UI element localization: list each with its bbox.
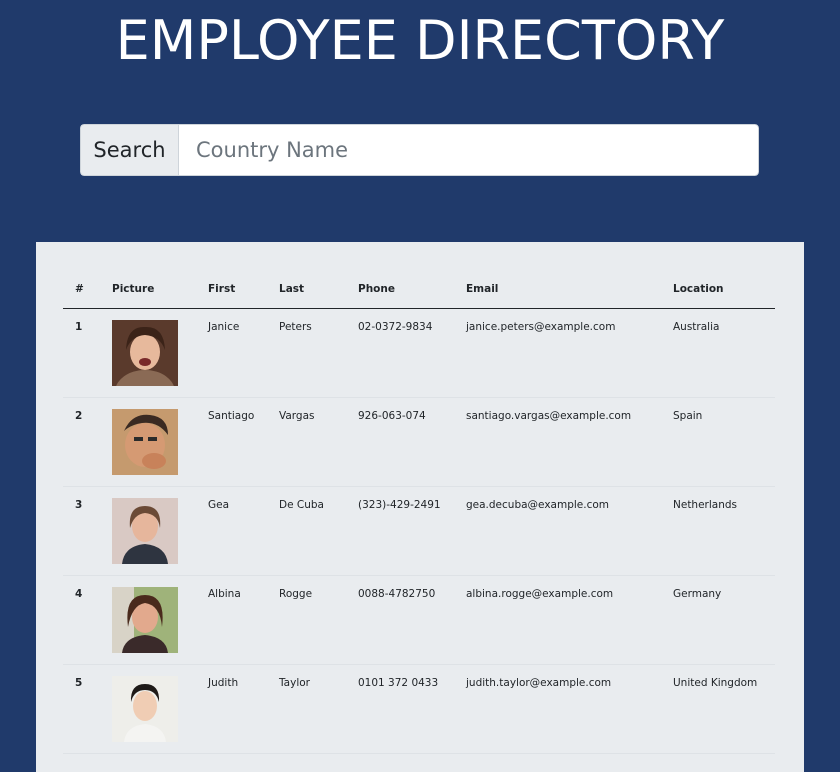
employee-table: # Picture First Last Phone Email Locatio… — [63, 271, 775, 754]
phone: 0088-4782750 — [346, 575, 454, 665]
column-header-email[interactable]: Email — [454, 271, 661, 309]
column-header-first[interactable]: First — [196, 271, 267, 309]
column-header-phone[interactable]: Phone — [346, 271, 454, 309]
search-label: Search — [80, 124, 178, 176]
first-name: Santiago — [196, 397, 267, 487]
email: albina.rogge@example.com — [454, 575, 661, 665]
location: Australia — [661, 308, 775, 398]
column-header-picture[interactable]: Picture — [100, 271, 196, 309]
phone: 0101 372 0433 — [346, 664, 454, 754]
row-number: 2 — [63, 397, 100, 487]
table-row: 1 Janice Peters 02-0372-9834 janice.pete… — [63, 308, 775, 398]
row-number: 1 — [63, 308, 100, 398]
last-name: Vargas — [267, 397, 346, 487]
employee-photo — [112, 319, 178, 386]
location: Netherlands — [661, 486, 775, 576]
column-header-last[interactable]: Last — [267, 271, 346, 309]
page-title: EMPLOYEE DIRECTORY — [115, 9, 725, 72]
location: Germany — [661, 575, 775, 665]
column-header-number[interactable]: # — [63, 271, 100, 309]
picture-cell — [100, 664, 196, 754]
email: gea.decuba@example.com — [454, 486, 661, 576]
first-name: Gea — [196, 486, 267, 576]
row-number: 5 — [63, 664, 100, 754]
last-name: De Cuba — [267, 486, 346, 576]
table-header-row: # Picture First Last Phone Email Locatio… — [63, 271, 775, 309]
row-number: 3 — [63, 486, 100, 576]
column-header-location[interactable]: Location — [661, 271, 775, 309]
last-name: Peters — [267, 308, 346, 398]
picture-cell — [100, 575, 196, 665]
search-input[interactable] — [178, 124, 759, 176]
email: judith.taylor@example.com — [454, 664, 661, 754]
location: Spain — [661, 397, 775, 487]
location: United Kingdom — [661, 664, 775, 754]
first-name: Judith — [196, 664, 267, 754]
employee-photo — [112, 497, 178, 564]
employee-photo — [112, 586, 178, 653]
first-name: Albina — [196, 575, 267, 665]
table-row: 2 Santiago Vargas 926-063-074 santiago.v… — [63, 397, 775, 487]
last-name: Rogge — [267, 575, 346, 665]
employee-photo — [112, 675, 178, 742]
first-name: Janice — [196, 308, 267, 398]
table-row: 5 Judith Taylor 0101 372 0433 judith.tay… — [63, 664, 775, 754]
search-group: Search — [80, 124, 759, 176]
phone: (323)-429-2491 — [346, 486, 454, 576]
table-row: 3 Gea De Cuba (323)-429-2491 gea.decuba@… — [63, 486, 775, 576]
picture-cell — [100, 486, 196, 576]
table-panel: # Picture First Last Phone Email Locatio… — [36, 242, 804, 772]
table-row: 4 Albina Rogge 0088-4782750 albina.rogge… — [63, 575, 775, 665]
phone: 02-0372-9834 — [346, 308, 454, 398]
email: santiago.vargas@example.com — [454, 397, 661, 487]
picture-cell — [100, 308, 196, 398]
last-name: Taylor — [267, 664, 346, 754]
row-number: 4 — [63, 575, 100, 665]
email: janice.peters@example.com — [454, 308, 661, 398]
employee-photo — [112, 408, 178, 475]
phone: 926-063-074 — [346, 397, 454, 487]
picture-cell — [100, 397, 196, 487]
